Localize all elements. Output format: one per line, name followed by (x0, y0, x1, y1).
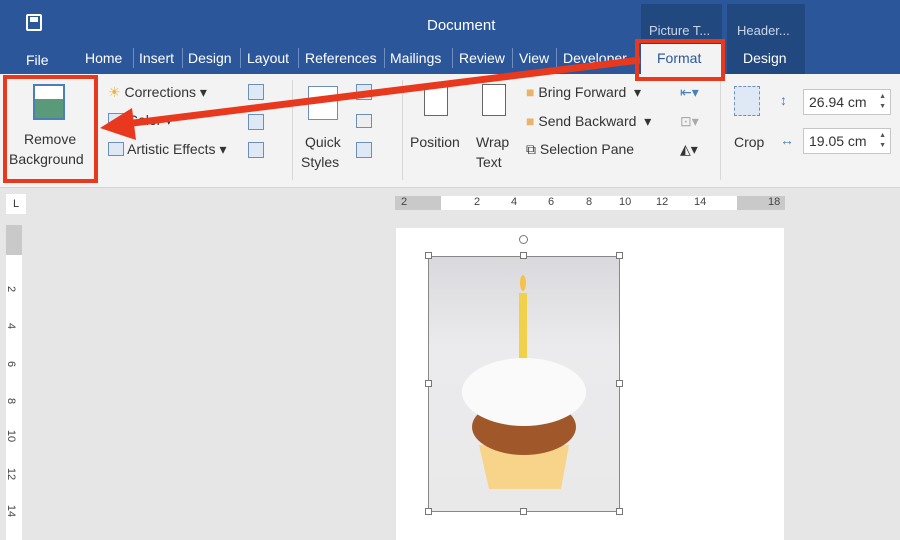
remove-background-highlight-box (3, 75, 98, 183)
format-highlight-box (635, 39, 725, 81)
arrow-line (124, 56, 641, 128)
arrow-head (100, 108, 136, 140)
annotation-overlay (3, 39, 725, 183)
